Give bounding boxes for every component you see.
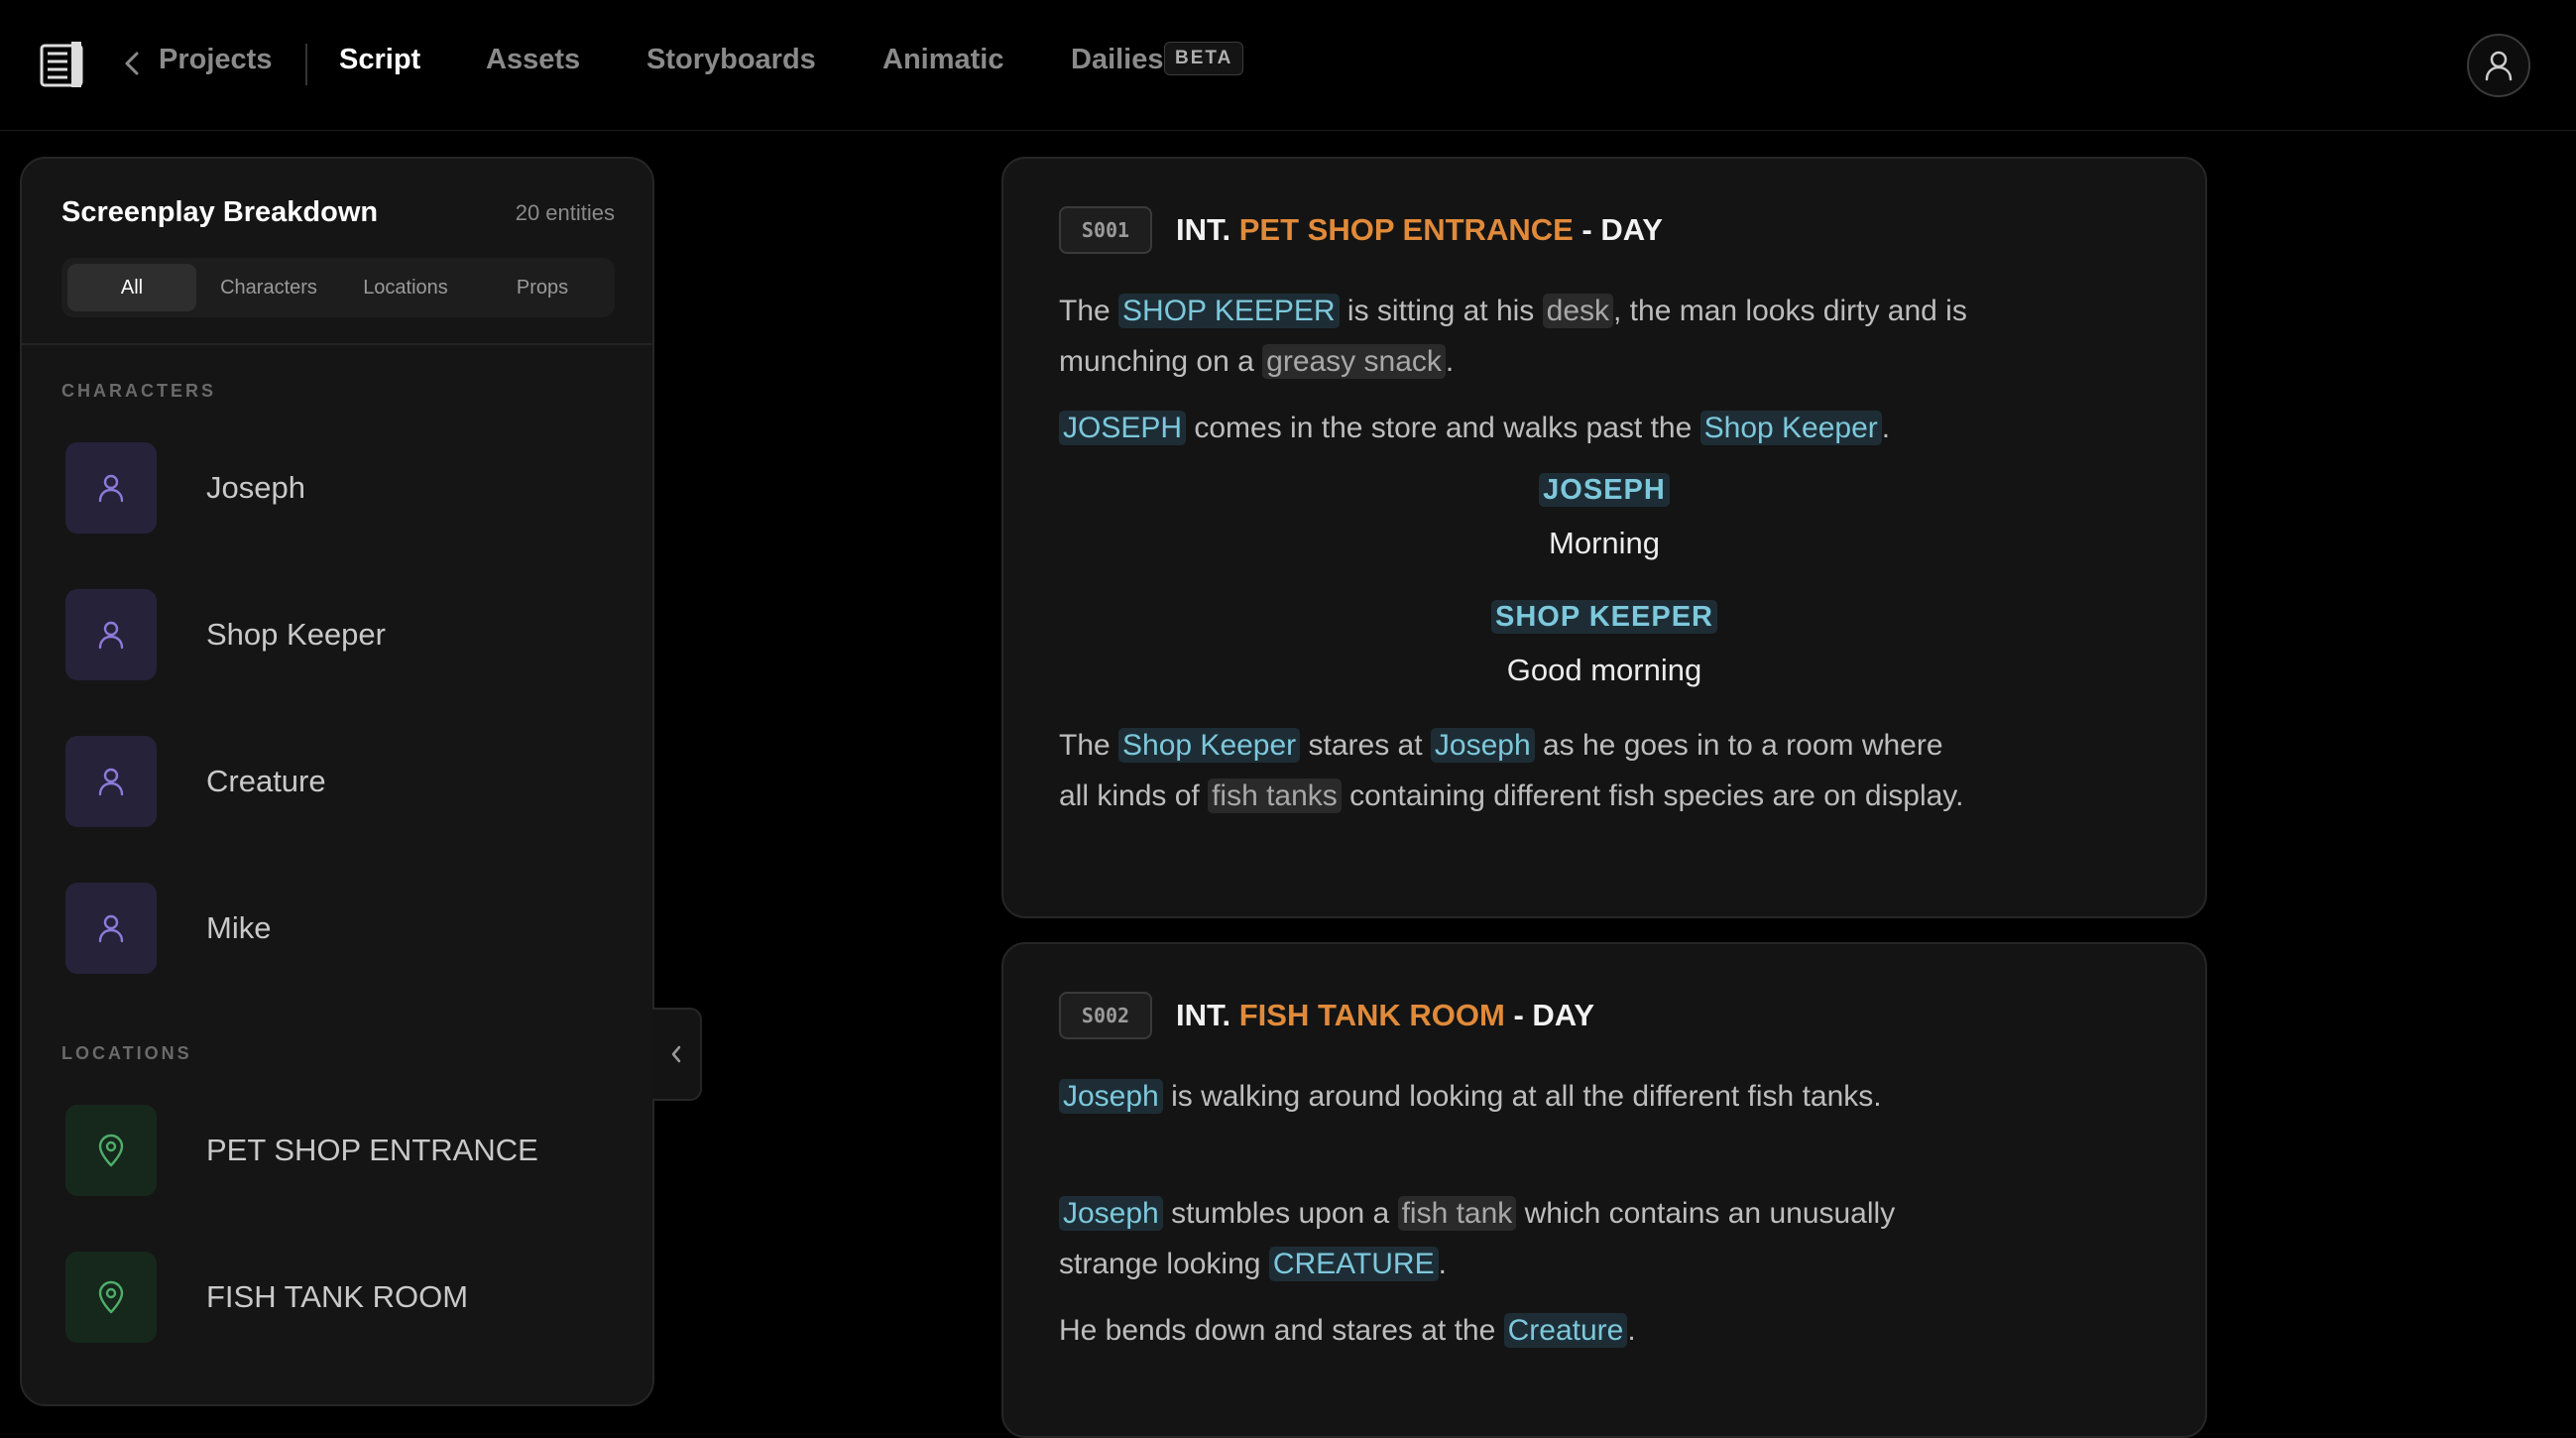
location-label: PET SHOP ENTRANCE [206,1133,538,1167]
scene-number-badge: S002 [1059,992,1152,1039]
action-paragraph: The Shop Keeper stares at Joseph as he g… [1059,728,1964,813]
scene-time: - DAY [1581,212,1663,247]
person-icon [65,883,157,974]
map-pin-icon [65,1252,157,1343]
person-icon [65,589,157,680]
filter-segmented-control: All Characters Locations Props [61,258,615,317]
filter-all[interactable]: All [67,264,196,311]
scene-number-badge: S001 [1059,206,1152,254]
character-tag[interactable]: SHOP KEEPER [1118,294,1340,328]
sidebar-divider [22,343,652,345]
character-tag[interactable]: CREATURE [1268,1247,1439,1281]
character-tag[interactable]: Shop Keeper [1699,411,1882,445]
filter-locations[interactable]: Locations [341,264,470,311]
character-item-mike[interactable]: Mike [65,883,621,974]
collapse-sidebar-button[interactable] [652,1008,702,1101]
dialogue-cue: JOSEPH [1003,473,2205,507]
person-icon [65,442,157,534]
filter-props[interactable]: Props [478,264,607,311]
character-tag[interactable]: SHOP KEEPER [1491,600,1717,634]
scene-location[interactable]: FISH TANK ROOM [1239,998,1505,1032]
filter-characters[interactable]: Characters [204,264,333,311]
person-icon [65,736,157,827]
tab-assets[interactable]: Assets [486,44,580,76]
characters-section-label: CHARACTERS [61,381,216,401]
map-pin-icon [65,1105,157,1196]
locations-section-label: LOCATIONS [61,1043,192,1063]
user-avatar-button[interactable] [2467,34,2530,97]
dialogue-line: Morning [1549,526,1660,560]
character-label: Mike [206,910,272,945]
prop-tag[interactable]: fish tanks [1208,779,1342,813]
breakdown-sidebar: Screenplay Breakdown 20 entities All Cha… [20,157,654,1406]
location-item-pet-shop-entrance[interactable]: PET SHOP ENTRANCE [65,1105,621,1196]
top-navigation: Projects Script Assets Storyboards Anima… [0,0,2576,131]
tab-dailies[interactable]: Dailies [1071,44,1164,76]
character-tag[interactable]: Joseph [1430,728,1535,763]
location-item-fish-tank-room[interactable]: FISH TANK ROOM [65,1252,621,1343]
dialogue-line: Good morning [1506,653,1702,687]
character-item-shop-keeper[interactable]: Shop Keeper [65,589,621,680]
app-logo[interactable] [40,40,85,89]
character-label: Joseph [206,470,305,505]
character-tag[interactable]: Creature [1503,1313,1628,1348]
character-tag[interactable]: Shop Keeper [1118,728,1301,763]
character-label: Creature [206,764,326,798]
character-tag[interactable]: JOSEPH [1059,411,1187,445]
scene-int: INT. [1176,998,1231,1032]
user-icon [2485,51,2513,81]
action-paragraph: Joseph stumbles upon a fish tank which c… [1059,1196,1896,1281]
scene-location[interactable]: PET SHOP ENTRANCE [1239,212,1574,247]
scene-int: INT. [1176,212,1231,247]
prop-tag[interactable]: desk [1542,294,1614,328]
character-tag[interactable]: JOSEPH [1539,473,1670,507]
action-paragraph: He bends down and stares at the Creature… [1059,1313,1636,1348]
location-label: FISH TANK ROOM [206,1279,469,1314]
dialogue-cue: SHOP KEEPER [1003,600,2205,634]
character-item-joseph[interactable]: Joseph [65,442,621,534]
beta-badge: BETA [1164,42,1244,75]
sidebar-title: Screenplay Breakdown [61,196,379,228]
action-paragraph: JOSEPH comes in the store and walks past… [1059,403,2050,453]
chevron-left-icon [671,1045,681,1063]
nav-divider [305,44,307,85]
scene-heading[interactable]: INT. PET SHOP ENTRANCE - DAY [1176,212,1663,248]
character-item-creature[interactable]: Creature [65,736,621,827]
character-label: Shop Keeper [206,617,386,652]
prop-tag[interactable]: greasy snack [1262,344,1446,379]
entity-count: 20 entities [515,200,615,225]
scene-card: S001 INT. PET SHOP ENTRANCE - DAY The SH… [1001,157,2207,918]
scene-time: - DAY [1513,998,1594,1032]
scene-card: S002 INT. FISH TANK ROOM - DAY Joseph is… [1001,942,2207,1438]
tab-storyboards[interactable]: Storyboards [646,44,816,76]
chevron-left-icon[interactable] [121,50,143,77]
character-tag[interactable]: Joseph [1059,1196,1163,1231]
action-paragraph: The SHOP KEEPER is sitting at his desk, … [1059,294,1967,379]
action-paragraph: Joseph is walking around looking at all … [1059,1071,1971,1122]
tab-script[interactable]: Script [339,44,420,76]
projects-link[interactable]: Projects [159,44,272,76]
scene-heading[interactable]: INT. FISH TANK ROOM - DAY [1176,998,1594,1033]
tab-animatic[interactable]: Animatic [882,44,1003,76]
character-tag[interactable]: Joseph [1059,1079,1163,1114]
prop-tag[interactable]: fish tank [1397,1196,1517,1231]
